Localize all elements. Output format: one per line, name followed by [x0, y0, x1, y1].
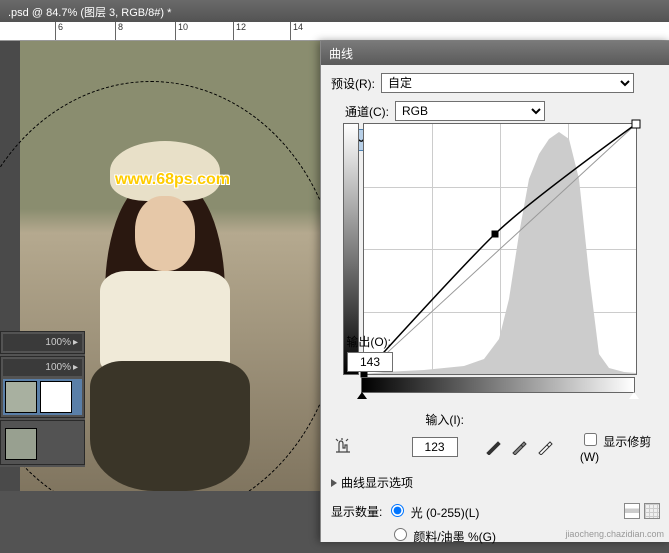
input-gradient: [361, 377, 635, 393]
gray-eyedropper-button[interactable]: [510, 439, 528, 455]
display-options-label: 曲线显示选项: [341, 476, 413, 490]
show-clipping-checkbox[interactable]: 显示修剪(W): [580, 430, 660, 464]
radio[interactable]: [394, 528, 407, 541]
preset-select[interactable]: 自定: [381, 73, 634, 93]
curves-dialog: 曲线 预设(R): 自定 通道(C): RGB: [320, 41, 669, 542]
output-label: 输出(O):: [333, 333, 391, 350]
ruler-tick: 12: [233, 22, 246, 40]
opacity-input[interactable]: [41, 361, 73, 374]
checkbox[interactable]: [584, 433, 597, 446]
black-point-slider[interactable]: [357, 392, 367, 399]
dialog-title: 曲线: [321, 41, 669, 65]
canvas[interactable]: www.68ps.com ▸ ▸: [0, 41, 320, 491]
dropdown-arrow-icon[interactable]: ▸: [73, 337, 78, 348]
show-amount-label: 显示数量:: [331, 503, 382, 520]
ink-option-label: 颜料/油墨 %(G): [413, 530, 496, 544]
radio[interactable]: [391, 504, 404, 517]
white-point-slider[interactable]: [629, 392, 639, 399]
layers-mini-panel: ▸ ▸: [0, 331, 85, 467]
layer-thumbnail[interactable]: [5, 381, 37, 413]
watermark-text: www.68ps.com: [115, 171, 230, 189]
channel-label: 通道(C):: [345, 103, 389, 120]
black-eyedropper-button[interactable]: [484, 439, 502, 455]
expand-triangle-icon: [331, 479, 337, 487]
curve-point-highlight[interactable]: [632, 120, 641, 129]
layer-thumbnail[interactable]: [5, 428, 37, 460]
opacity-field-2[interactable]: ▸: [3, 359, 82, 376]
display-options-toggle[interactable]: 曲线显示选项: [331, 474, 660, 491]
output-row: 输出(O):: [333, 333, 393, 350]
curve-line: [364, 124, 636, 374]
opacity-field-1[interactable]: ▸: [3, 334, 82, 351]
photo-dress-bottom: [90, 361, 250, 491]
input-input[interactable]: [412, 437, 458, 457]
light-radio[interactable]: 光 (0-255)(L): [386, 501, 479, 521]
light-option-label: 光 (0-255)(L): [411, 506, 480, 520]
ruler-tick: 10: [175, 22, 188, 40]
layer-row[interactable]: [3, 426, 82, 462]
channel-select[interactable]: RGB: [395, 101, 545, 121]
white-eyedropper-button[interactable]: [536, 439, 554, 455]
preset-label: 预设(R):: [331, 75, 375, 92]
opacity-input[interactable]: [41, 336, 73, 349]
photo-subject: [70, 141, 270, 491]
photo-face: [135, 196, 195, 271]
ink-radio[interactable]: 颜料/油墨 %(G): [389, 525, 496, 545]
photo-dress-top: [100, 271, 230, 371]
dropdown-arrow-icon[interactable]: ▸: [73, 362, 78, 373]
finger-tool-button[interactable]: [331, 437, 356, 457]
document-title: .psd @ 84.7% (图层 3, RGB/8#) *: [0, 0, 669, 22]
source-watermark: jiaocheng.chazidian.com: [565, 529, 664, 539]
grid-detailed-button[interactable]: [644, 503, 660, 519]
curve-graph[interactable]: [363, 123, 637, 375]
output-input[interactable]: [347, 352, 393, 372]
curve-point-mid[interactable]: [492, 230, 499, 237]
finger-icon: [333, 438, 353, 456]
layer-row[interactable]: [3, 379, 82, 415]
ruler-tick: 8: [115, 22, 123, 40]
mask-thumbnail[interactable]: [40, 381, 72, 413]
ruler-tick: 6: [55, 22, 63, 40]
ruler-tick: 14: [290, 22, 303, 40]
horizontal-ruler: 6 8 10 12 14: [0, 22, 669, 41]
grid-simple-button[interactable]: [624, 503, 640, 519]
input-label: 输入(I):: [406, 411, 464, 428]
